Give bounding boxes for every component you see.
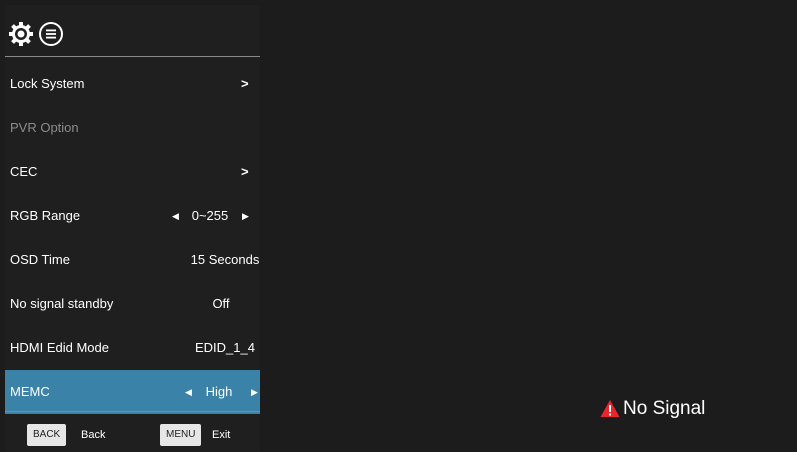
- no-signal-text: No Signal: [623, 398, 706, 419]
- back-key-button[interactable]: BACK: [27, 424, 67, 446]
- menu-item-value: EDID_1_4: [195, 340, 255, 355]
- menu-item-value: 0~255: [191, 208, 229, 223]
- menu-item-lock-system[interactable]: Lock System >: [5, 62, 260, 106]
- menu-item-no-signal-standby[interactable]: No signal standby Off: [5, 282, 260, 326]
- menu-item-label: Lock System: [10, 76, 85, 91]
- footer-divider: [5, 411, 260, 412]
- menu-item-label: OSD Time: [10, 252, 70, 267]
- menu-item-label: No signal standby: [10, 296, 114, 311]
- menu-item-label: PVR Option: [10, 120, 79, 135]
- menu-item-label: MEMC: [10, 384, 50, 399]
- menu-item-label: HDMI Edid Mode: [10, 340, 109, 355]
- chevron-right-icon: >: [241, 164, 249, 179]
- menu-item-pvr-option: PVR Option: [5, 106, 260, 150]
- menu-key-button[interactable]: MENU: [160, 424, 202, 446]
- menu-key-label: Exit: [212, 429, 231, 441]
- osd-header: [5, 5, 260, 57]
- menu-item-value: 15 Seconds: [190, 252, 260, 267]
- list-menu-icon[interactable]: [38, 21, 64, 47]
- arrow-left-icon[interactable]: ◀: [172, 194, 179, 238]
- menu-item-rgb-range[interactable]: RGB Range ◀ 0~255 ▶: [5, 194, 260, 238]
- osd-settings-panel: Lock System > PVR Option CEC > RGB Range…: [5, 5, 260, 452]
- back-key-label: Back: [81, 429, 106, 441]
- menu-item-cec[interactable]: CEC >: [5, 150, 260, 194]
- menu-item-hdmi-edid-mode[interactable]: HDMI Edid Mode EDID_1_4: [5, 326, 260, 370]
- arrow-left-icon[interactable]: ◀: [185, 370, 192, 414]
- settings-menu-list: Lock System > PVR Option CEC > RGB Range…: [5, 62, 260, 414]
- chevron-right-icon: >: [241, 76, 249, 91]
- menu-item-memc[interactable]: MEMC ◀ High ▶: [5, 370, 260, 414]
- menu-item-value: Off: [212, 296, 230, 311]
- menu-item-label: CEC: [10, 164, 38, 179]
- warning-triangle-icon: [600, 400, 620, 417]
- arrow-right-icon[interactable]: ▶: [251, 370, 258, 414]
- arrow-right-icon[interactable]: ▶: [242, 194, 249, 238]
- settings-gear-icon[interactable]: [8, 21, 34, 47]
- menu-item-label: RGB Range: [10, 208, 81, 223]
- menu-item-value: High: [205, 384, 233, 399]
- menu-item-osd-time[interactable]: OSD Time 15 Seconds: [5, 238, 260, 282]
